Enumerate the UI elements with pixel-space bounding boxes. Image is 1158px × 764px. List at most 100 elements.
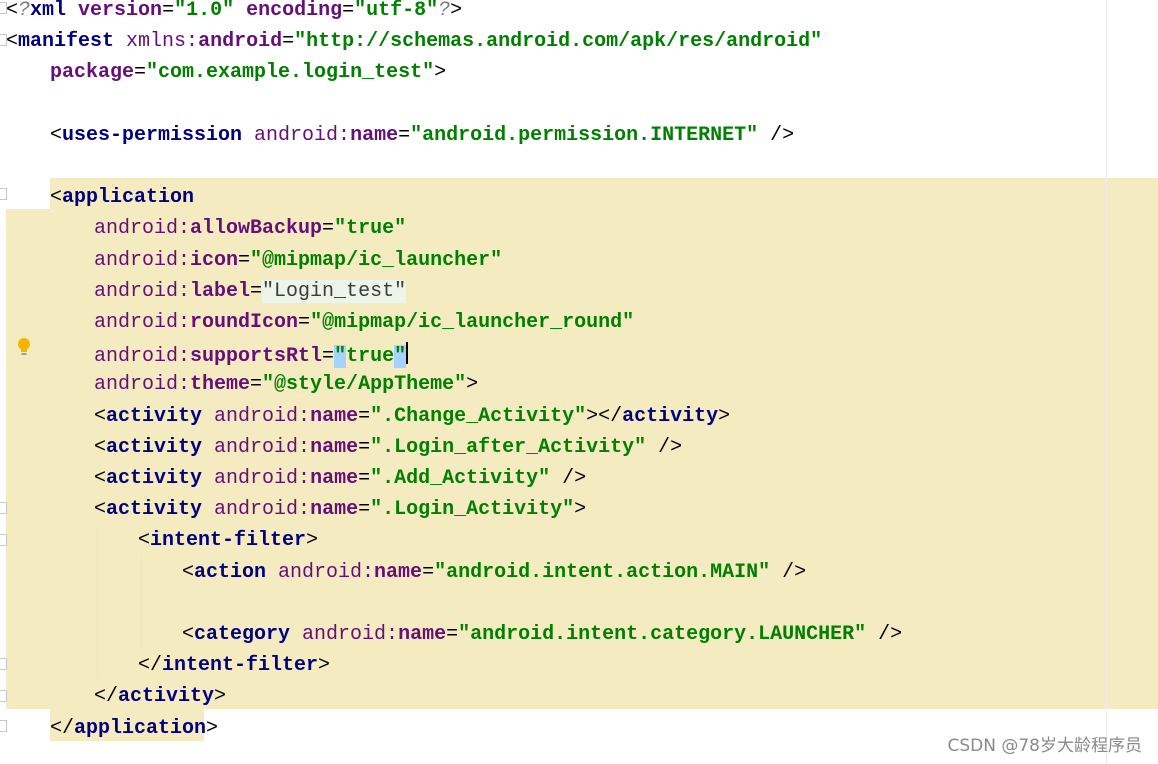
code-line[interactable]: android:allowBackup="true" [94,217,406,248]
code-token: activity [106,498,215,522]
code-token: "android.intent.action.MAIN" [434,560,771,584]
code-token: android: [214,435,311,459]
code-editor[interactable]: <?xml version="1.0" encoding="utf-8"?> <m… [0,0,1158,764]
code-line[interactable]: <activity android:name=".Login_after_Act… [94,436,682,467]
code-token: android [198,30,283,54]
code-token: < [94,435,107,459]
code-token: "http://schemas.android.com/apk/res/andr… [294,30,823,54]
code-token: > [318,654,331,678]
code-line[interactable]: </application> [50,717,218,748]
code-line[interactable]: <application [50,186,194,217]
code-token: activity [106,467,215,490]
code-line[interactable]: <manifest xmlns:android="http://schemas.… [6,30,822,61]
code-token: package [50,61,135,85]
code-line[interactable]: <activity android:name=".Login_Activity"… [94,498,586,529]
code-token: </ [138,654,163,678]
code-token: uses-permission [62,123,255,147]
code-token: "Login_test" [262,279,407,303]
code-token: > [450,0,463,22]
code-token: "@style/AppTheme" [262,373,467,397]
code-token: intent-filter [150,529,307,553]
code-token: < [50,186,63,210]
code-line[interactable]: <activity android:name=".Add_Activity" /… [94,467,586,498]
code-token: = [322,345,335,369]
code-token: < [94,498,107,522]
code-token: version [78,0,163,22]
code-token: name [374,560,423,584]
code-token: < [94,404,107,428]
code-token: activity [118,685,215,709]
code-token: </ [94,685,119,709]
code-token: android: [254,123,351,147]
code-token: theme [190,373,251,397]
code-token: android: [302,623,399,646]
code-token: "@mipmap/ic_launcher" [250,248,503,272]
code-token: ".Login_after_Activity" [370,435,647,459]
code-token: allowBackup [190,217,323,241]
code-token: < [50,123,63,147]
code-token: = [358,498,371,522]
code-token: = [422,560,435,584]
code-token: ".Change_Activity" [370,404,587,428]
code-token: xmlns: [126,30,199,54]
code-token: android: [94,311,191,334]
code-token: /> [758,123,795,147]
code-token: "utf-8" [354,0,439,22]
code-token: "android.intent.category.LAUNCHER" [458,623,867,646]
code-token: icon [190,248,239,272]
code-token: /> [646,435,683,459]
code-token: application [62,186,195,210]
code-token: ></ [586,404,623,428]
code-token: name [398,623,447,646]
code-token: android: [94,345,191,369]
code-token: = [298,311,311,334]
code-token: > [574,498,587,522]
code-line[interactable]: android:supportsRtl="true" [94,342,409,373]
code-token: > [718,404,731,428]
code-line[interactable]: android:label="Login_test" [94,279,407,311]
code-token: = [134,61,147,85]
code-token: android: [214,498,311,522]
code-token: roundIcon [190,311,299,334]
code-token: = [358,467,371,490]
code-token: android: [94,279,191,303]
code-token: action [194,560,279,584]
code-token: name [310,498,359,522]
code-token: manifest [18,30,127,54]
code-token: = [250,373,263,397]
code-token: = [446,623,459,646]
code-line[interactable]: </intent-filter> [138,654,330,685]
text-caret [406,342,409,365]
code-line[interactable]: <intent-filter> [138,529,318,560]
code-token: xml [30,0,79,22]
code-token: /> [770,560,807,584]
code-token: < [138,529,151,553]
code-token: < [6,30,19,54]
code-token: android: [278,560,375,584]
code-token: > [466,373,479,397]
code-line[interactable]: <activity android:name=".Change_Activity… [94,405,730,436]
code-line[interactable]: android:theme="@style/AppTheme"> [94,373,478,404]
code-token: = [398,123,411,147]
code-line[interactable]: <uses-permission android:name="android.p… [50,124,794,155]
code-token: < [94,467,107,490]
code-token: activity [106,404,215,428]
code-token: android: [214,404,311,428]
code-token: = [162,0,175,22]
code-token: > [434,61,447,85]
code-token: = [358,404,371,428]
code-line[interactable]: android:icon="@mipmap/ic_launcher" [94,249,502,280]
code-token: </ [50,716,75,740]
code-line[interactable]: </activity> [94,685,226,716]
code-token: android: [94,248,191,272]
code-line[interactable]: <category android:name="android.intent.c… [182,623,902,654]
code-line[interactable]: android:roundIcon="@mipmap/ic_launcher_r… [94,311,634,342]
code-token: label [190,279,251,303]
code-token: = [250,279,263,303]
code-line[interactable]: package="com.example.login_test"> [50,61,446,92]
code-token: application [74,716,207,740]
code-line[interactable]: <?xml version="1.0" encoding="utf-8"?> [6,0,462,30]
code-line[interactable]: <action android:name="android.intent.act… [182,561,806,592]
code-token: > [206,716,219,740]
